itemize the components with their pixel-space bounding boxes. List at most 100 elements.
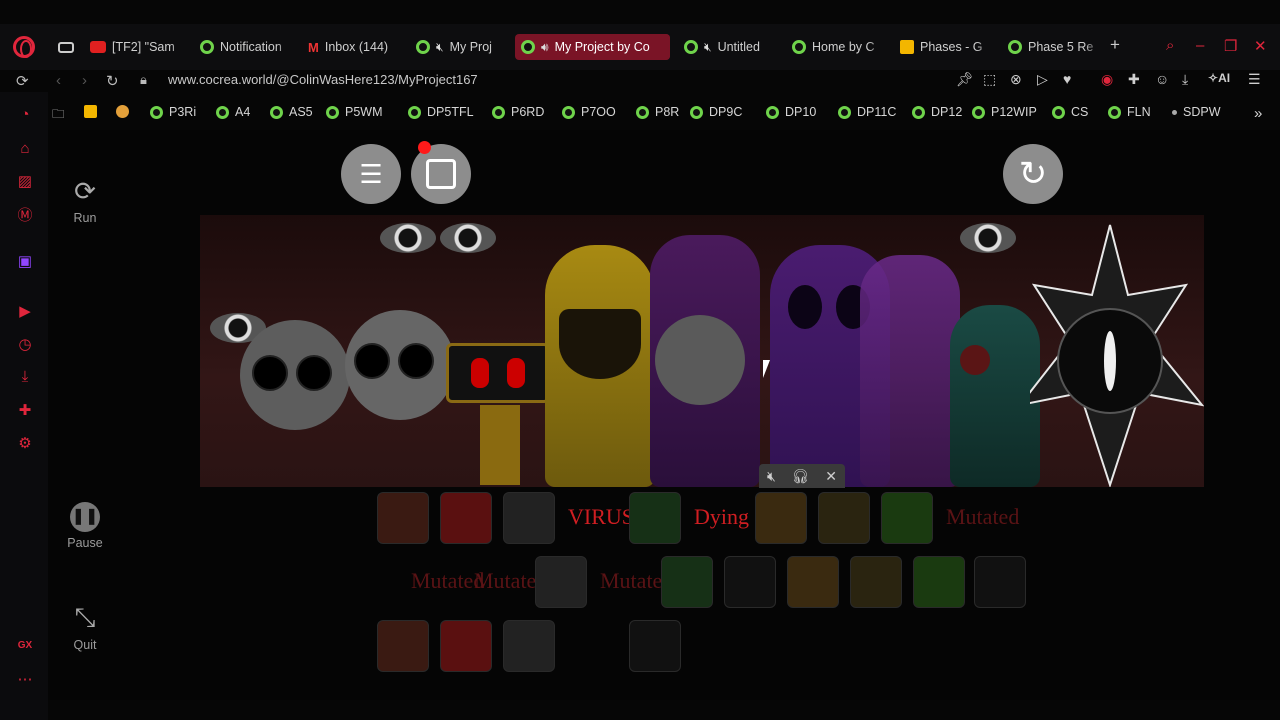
tab-4-active[interactable]: 🔊︎ My Project by Co — [515, 34, 670, 60]
settings-icon[interactable]: ⚙ — [16, 434, 34, 452]
bookmark-item[interactable]: P6RD — [492, 105, 544, 119]
sound-icon-slot[interactable] — [881, 492, 933, 544]
bookmark-item[interactable]: FLN — [1108, 105, 1151, 119]
record-icon[interactable]: ◉ — [1101, 71, 1113, 88]
download-icon[interactable]: ⤓ — [1182, 71, 1188, 88]
speed-dial-icon[interactable]: ◔ — [16, 106, 34, 123]
sound-icon-slot[interactable] — [535, 556, 587, 608]
bookmark-item[interactable]: SDPW — [1172, 105, 1221, 119]
more-bookmarks-icon[interactable]: » — [1254, 105, 1262, 122]
gx-corner-icon[interactable]: ▨ — [16, 172, 34, 190]
bookmark-item[interactable]: P8R — [636, 105, 679, 119]
sound-icon-slot[interactable] — [724, 556, 776, 608]
close-window-button[interactable]: ✕ — [1254, 37, 1267, 55]
tab-6[interactable]: Home by C — [786, 34, 886, 60]
speaker-muted-icon[interactable]: 🔇︎ — [436, 40, 444, 55]
sound-icon-slot[interactable] — [629, 492, 681, 544]
sound-icon-slot[interactable] — [377, 620, 429, 672]
tab-7[interactable]: Phases - G — [894, 34, 994, 60]
bookmark-item[interactable]: AS5 — [270, 105, 313, 119]
more-icon[interactable]: ⋯ — [16, 670, 34, 688]
bookmark-item[interactable]: DP12 — [912, 105, 962, 119]
forward-button[interactable]: › — [82, 72, 87, 89]
bookmark-item[interactable]: P3Ri — [150, 105, 196, 119]
address-bar[interactable]: www.cocrea.world/@ColinWasHere123/MyProj… — [168, 72, 478, 87]
remove-icon[interactable]: ✕ — [825, 468, 837, 485]
pin-icon[interactable]: 📌︎ — [956, 71, 974, 88]
ai-button[interactable]: ✧AI — [1208, 71, 1230, 85]
bookmark-item[interactable]: P5WM — [326, 105, 383, 119]
sound-icon-slot[interactable] — [629, 620, 681, 672]
bookmark-item[interactable]: A4 — [216, 105, 250, 119]
bookmark-item[interactable]: CS — [1052, 105, 1088, 119]
speaker-icon[interactable]: 🔊︎ — [541, 40, 549, 55]
speaker-muted-icon[interactable]: 🔇︎ — [704, 40, 712, 55]
bookmark-item[interactable]: P7OO — [562, 105, 616, 119]
mute-icon[interactable]: 🔇︎ — [767, 468, 776, 485]
character-control-bar: 🔇︎ 🎧︎ ✕ — [759, 464, 845, 488]
tab-3[interactable]: 🔇︎ My Proj — [410, 34, 508, 60]
reload-button[interactable]: ↻ — [106, 72, 119, 90]
sound-icon-slot[interactable] — [850, 556, 902, 608]
maximize-button[interactable]: ❐ — [1224, 37, 1237, 55]
tab-0[interactable]: [TF2] "Sam — [84, 34, 188, 60]
sound-text-slot[interactable]: VIRUS — [568, 504, 634, 530]
gamepad-icon[interactable] — [52, 34, 76, 60]
adblock-icon[interactable]: ⊗ — [1010, 71, 1022, 88]
sound-icon-slot[interactable] — [755, 492, 807, 544]
sound-icon-slot[interactable] — [661, 556, 713, 608]
bookmark-label: SDPW — [1183, 105, 1221, 119]
sound-icon-slot[interactable] — [818, 492, 870, 544]
lock-icon[interactable]: 🔒︎ — [140, 72, 147, 88]
sound-icon-slot[interactable] — [440, 492, 492, 544]
bookmark-item[interactable]: DP11C — [838, 105, 896, 119]
sound-icon-slot[interactable] — [440, 620, 492, 672]
minimize-button[interactable]: – — [1196, 37, 1204, 54]
run-button[interactable]: ⟳ Run — [60, 176, 110, 225]
extensions-sidebar-icon[interactable]: ✚ — [16, 401, 34, 419]
sound-icon-slot[interactable] — [503, 492, 555, 544]
new-tab-button[interactable]: + — [1110, 35, 1120, 55]
gx-control-icon[interactable]: ⌂ — [16, 140, 34, 157]
folder-icon[interactable]: 🗀 — [52, 105, 65, 126]
messenger-icon[interactable]: Ⓜ — [16, 204, 34, 225]
sound-text-slot[interactable]: Mutated — [946, 504, 1019, 530]
tab-5[interactable]: 🔇︎ Untitled — [678, 34, 780, 60]
bookmark-item[interactable]: DP9C — [690, 105, 742, 119]
opera-gx-logo-icon[interactable] — [13, 36, 35, 58]
menu-button[interactable]: ☰ — [341, 144, 401, 204]
bookmark-avatar-icon[interactable] — [116, 105, 129, 118]
tab-2[interactable]: M Inbox (144) — [302, 34, 404, 60]
search-icon[interactable]: ⌕ — [1166, 37, 1174, 54]
bookmark-item[interactable]: P12WIP — [972, 105, 1037, 119]
profile-icon[interactable]: ☺ — [1155, 71, 1169, 87]
quit-button[interactable]: ⤡ Quit — [60, 602, 110, 652]
sound-text-slot[interactable]: Dying — [694, 504, 749, 530]
sound-icon-slot[interactable] — [974, 556, 1026, 608]
pause-button[interactable]: ❚❚ Pause — [60, 502, 110, 550]
tab-8[interactable]: Phase 5 Re — [1002, 34, 1102, 60]
back-button[interactable]: ‹ — [56, 72, 61, 89]
menu-icon[interactable]: ☰ — [1248, 71, 1261, 88]
snapshot-icon[interactable]: ⬚ — [983, 71, 996, 88]
sound-icon-slot[interactable] — [913, 556, 965, 608]
sound-icon-slot[interactable] — [787, 556, 839, 608]
sync-icon[interactable]: ⟳ — [16, 72, 29, 90]
sound-icon-slot[interactable] — [503, 620, 555, 672]
bookmark-item[interactable]: DP5TFL — [408, 105, 474, 119]
downloads-icon[interactable]: ⤓ — [16, 368, 34, 385]
player-icon[interactable]: ▶ — [16, 302, 34, 320]
gx-icon[interactable]: GX — [16, 640, 34, 651]
reset-button[interactable]: ↻ — [1003, 144, 1063, 204]
sound-icon-slot[interactable] — [377, 492, 429, 544]
history-icon[interactable]: ◷ — [16, 335, 34, 353]
headphones-icon[interactable]: 🎧︎ — [792, 468, 810, 485]
tab-1[interactable]: Notification — [194, 34, 294, 60]
bookmark-item[interactable]: DP10 — [766, 105, 816, 119]
twitch-icon[interactable]: ▣ — [16, 252, 34, 270]
extensions-icon[interactable]: ✚ — [1128, 71, 1140, 88]
heart-icon[interactable]: ♥ — [1063, 71, 1071, 87]
bookmark-slides-icon[interactable] — [84, 105, 97, 118]
play-icon[interactable]: ▷ — [1037, 71, 1048, 88]
avatar-button[interactable] — [411, 144, 471, 204]
